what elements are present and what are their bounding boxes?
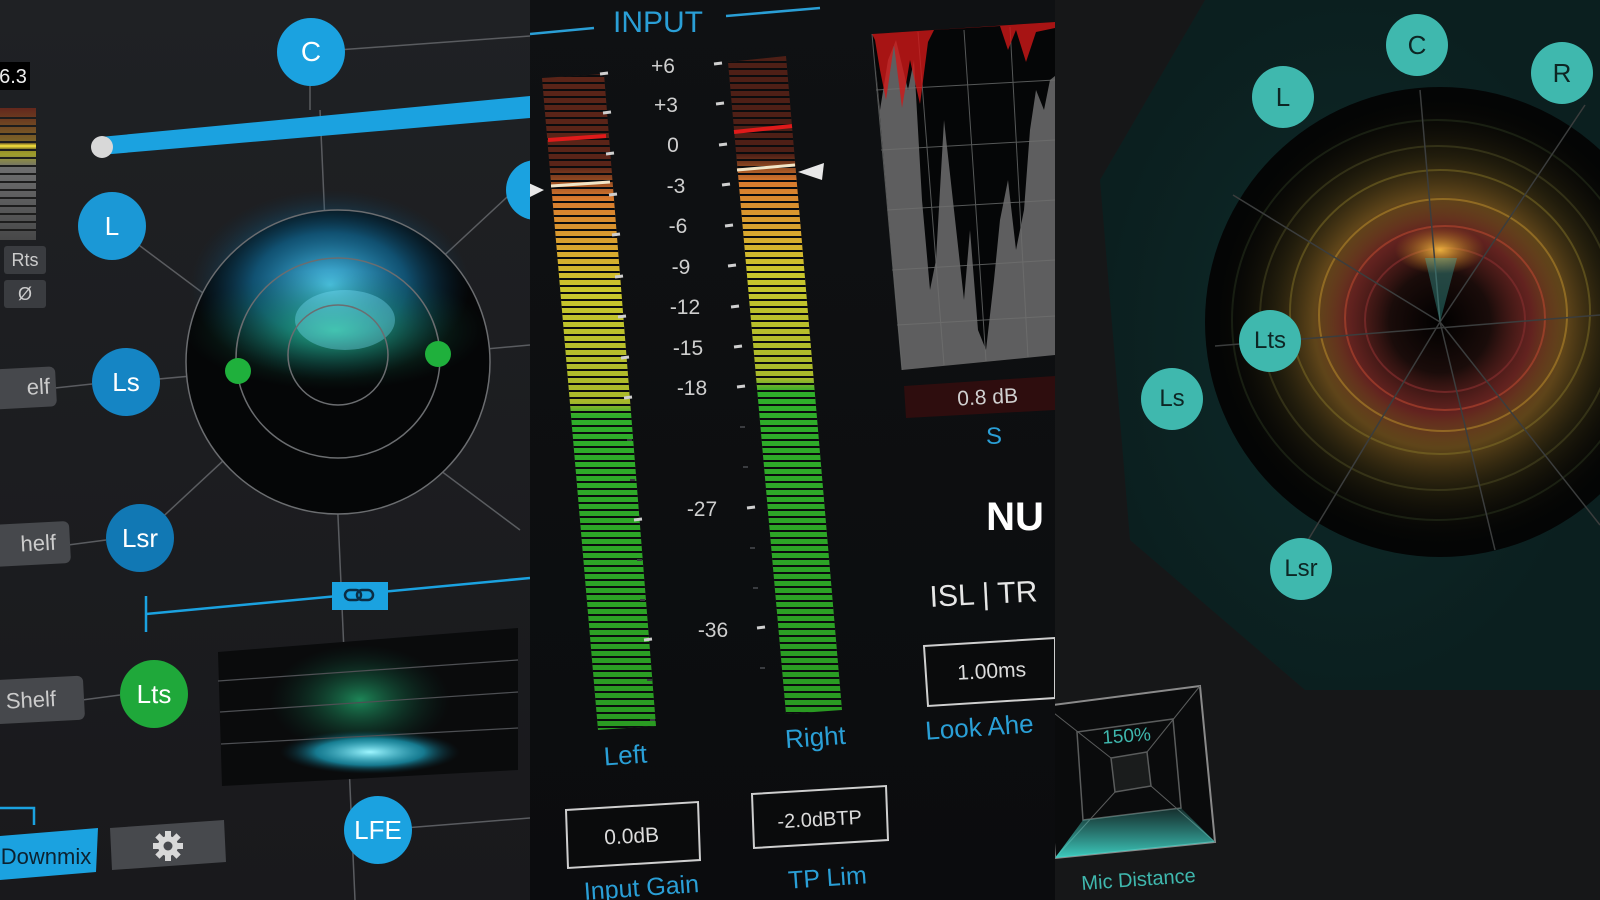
svg-text:-27: -27 xyxy=(687,498,717,521)
link-icon[interactable] xyxy=(332,582,388,610)
svg-text:150%: 150% xyxy=(1102,724,1152,748)
look-ahead-label: Look Ahe xyxy=(924,708,1034,745)
svg-text:+3: +3 xyxy=(654,94,678,117)
svg-text:6.3: 6.3 xyxy=(0,66,27,88)
svg-text:-36: -36 xyxy=(698,619,728,642)
svg-text:-6: -6 xyxy=(669,215,688,238)
svg-text:0.0dB: 0.0dB xyxy=(604,824,660,850)
svg-text:Rts: Rts xyxy=(12,250,39,270)
rts-button[interactable]: Rts xyxy=(4,246,46,274)
reduction-readout: 0.8 dB S xyxy=(904,376,1055,450)
svg-text:-2.0dBTP: -2.0dBTP xyxy=(777,807,863,833)
left-channel-label: Left xyxy=(603,738,649,771)
height-view xyxy=(217,628,519,786)
svg-text:Downmix: Downmix xyxy=(1,844,91,869)
surround-panner-panel: 6.3 Rts Ø Downmix C L Ls Lsr Lts LFE elf… xyxy=(0,0,530,900)
downmix-button[interactable]: Downmix xyxy=(0,828,98,880)
input-header: INPUT xyxy=(530,6,821,39)
svg-text:-9: -9 xyxy=(672,256,691,279)
tp-lim-label: TP Lim xyxy=(787,861,867,894)
reverb-room-panel: 150% Mic Distance C L R Lts Ls Lsr xyxy=(1055,0,1600,900)
db-scale: +6 +3 0 -3 -6 -9 -12 -15 -18 -27 -36 xyxy=(651,55,728,642)
mic-distance-control[interactable]: 150% xyxy=(1055,684,1217,860)
right-width-handle[interactable] xyxy=(425,341,451,367)
room-svg: 150% Mic Distance xyxy=(1055,0,1600,895)
speaker-lts[interactable]: Lts xyxy=(1239,310,1301,372)
slider-handle[interactable] xyxy=(91,136,113,158)
speaker-lts[interactable]: Lts xyxy=(120,660,188,728)
speaker-l[interactable]: L xyxy=(78,192,146,260)
speaker-ls[interactable]: Ls xyxy=(1141,368,1203,430)
look-ahead-field[interactable]: 1.00ms xyxy=(922,636,1055,708)
right-level-meter xyxy=(728,56,842,714)
right-channel-label: Right xyxy=(784,720,847,754)
settings-button[interactable] xyxy=(110,820,226,870)
right-peak-marker xyxy=(798,163,824,180)
speaker-c[interactable]: C xyxy=(277,18,345,86)
input-gain-field[interactable]: 0.0dB xyxy=(564,800,702,870)
speaker-ls[interactable]: Ls xyxy=(92,348,160,416)
phase-button[interactable]: Ø xyxy=(4,280,46,308)
algorithm-title: NU xyxy=(986,495,1044,539)
tp-lim-field[interactable]: -2.0dBTP xyxy=(750,784,890,850)
input-meter-panel: INPUT +6 +3 0 -3 -6 -9 -12 -15 -18 -27 -… xyxy=(530,0,1055,900)
speaker-r[interactable]: R xyxy=(1531,42,1593,104)
left-peak-marker xyxy=(530,183,544,197)
left-level-meter xyxy=(530,74,656,730)
mic-distance-label: Mic Distance xyxy=(1081,865,1197,895)
reduction-unit-label: S xyxy=(986,423,1002,450)
speaker-lsr[interactable]: Lsr xyxy=(106,504,174,572)
svg-text:INPUT: INPUT xyxy=(613,6,703,39)
speaker-l[interactable]: L xyxy=(1252,66,1314,128)
gain-reduction-graph xyxy=(871,22,1055,371)
shelf-button-1[interactable]: elf xyxy=(0,366,58,410)
input-gain-label: Input Gain xyxy=(583,870,700,900)
svg-text:-3: -3 xyxy=(667,175,686,198)
svg-text:-12: -12 xyxy=(670,296,700,319)
top-readout: 6.3 xyxy=(0,62,30,90)
shelf-button-2[interactable]: helf xyxy=(0,520,72,568)
svg-text:0.8 dB: 0.8 dB xyxy=(957,384,1019,410)
input-meter-svg: INPUT +6 +3 0 -3 -6 -9 -12 -15 -18 -27 -… xyxy=(530,6,1055,900)
gear-icon xyxy=(153,831,183,861)
svg-text:Ø: Ø xyxy=(18,284,32,304)
svg-text:+6: +6 xyxy=(651,55,675,78)
svg-text:0: 0 xyxy=(667,134,679,157)
shelf-button-3[interactable]: Shelf xyxy=(0,675,86,725)
isl-mode-label: ISL | TR xyxy=(929,575,1038,614)
svg-text:-15: -15 xyxy=(673,337,703,360)
svg-text:1.00ms: 1.00ms xyxy=(957,658,1027,685)
panner-svg: 6.3 Rts Ø Downmix xyxy=(0,35,530,900)
link-bar xyxy=(144,576,530,632)
svg-text:-18: -18 xyxy=(677,377,707,400)
surround-panner-circle[interactable] xyxy=(185,190,491,515)
speaker-lfe[interactable]: LFE xyxy=(344,796,412,864)
left-width-handle[interactable] xyxy=(225,358,251,384)
speaker-c[interactable]: C xyxy=(1386,14,1448,76)
speaker-lsr[interactable]: Lsr xyxy=(1270,538,1332,600)
